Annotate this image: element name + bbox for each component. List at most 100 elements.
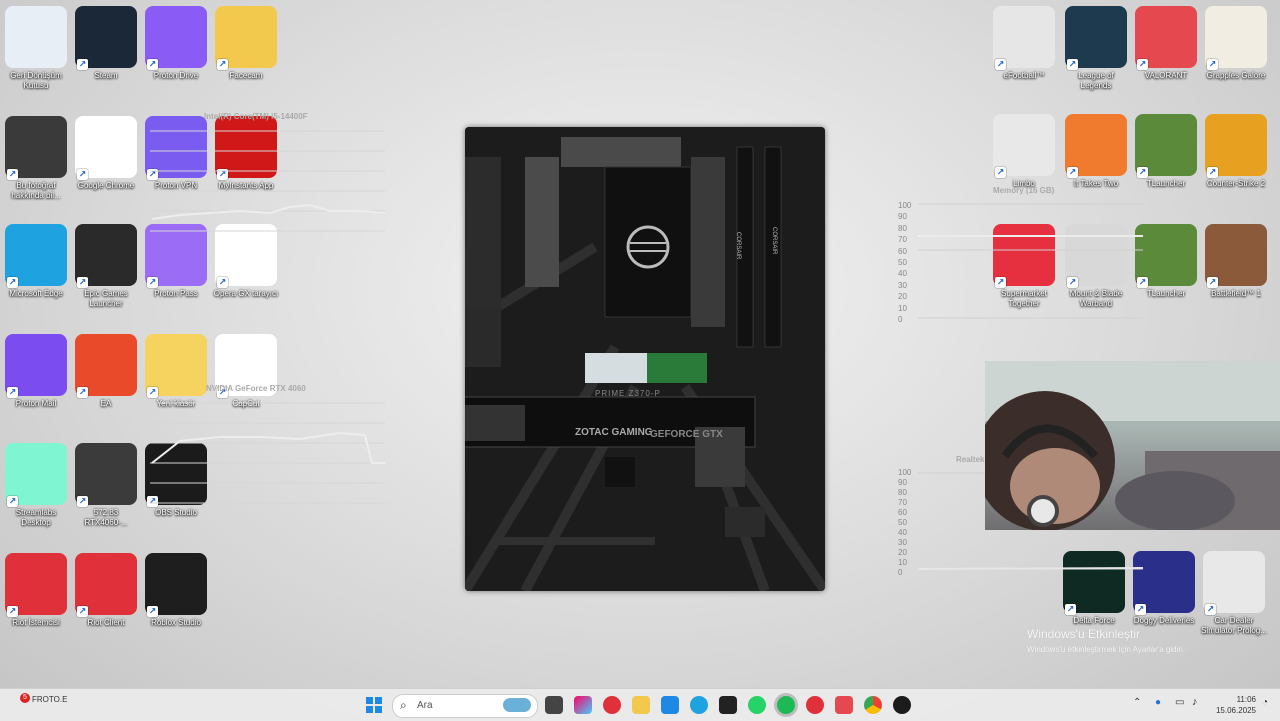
about-photo-shortcut[interactable]: ↗ Bu fotoğraf hakkında bil... [2,116,70,201]
shortcut-arrow-icon: ↗ [7,496,18,507]
chrome-shortcut[interactable]: ↗ Google Chrome [72,116,140,191]
search-icon: ⌕ [400,698,407,712]
proton-mail-icon: ↗ [5,334,67,398]
icon-label: Riot Client [87,618,125,627]
shortcut-arrow-icon: ↗ [77,169,88,180]
gpu-graph-svg [150,402,385,504]
copilot-icon[interactable] [574,696,592,714]
spotify-icon[interactable] [777,696,795,714]
clock[interactable]: 11:06 15.06.2025 [1208,694,1256,716]
car-dealer-shortcut[interactable]: ↗ Car Dealer Simulator Prolog... [1200,551,1268,636]
riot-client-1-shortcut[interactable]: ↗ Riot İstemcisi [2,553,70,628]
shortcut-arrow-icon: ↗ [147,277,158,288]
valorant-shortcut[interactable]: ↗ VALORANT [1132,6,1200,81]
limbo-shortcut[interactable]: ↗ Limbo [990,114,1058,189]
icon-label: League of Legends [1078,71,1114,90]
shortcut-arrow-icon: ↗ [1207,277,1218,288]
shortcut-arrow-icon: ↗ [77,606,88,617]
epic-games-icon: ↗ [75,224,137,288]
network-icon[interactable]: ▭ [1175,697,1184,708]
mic-icon[interactable]: ● [1155,697,1161,708]
gpu-graph: NVIDIA GeForce RTX 4060 [140,384,385,524]
riot-client-2-shortcut[interactable]: ↗ Riot Client [72,553,140,628]
icon-label: Bu fotoğraf hakkında bil... [11,181,61,200]
riot-client-icon-2: ↗ [75,553,137,617]
proton-mail-shortcut[interactable]: ↗ Proton Mail [2,334,70,409]
ea-icon: ↗ [75,334,137,398]
battlefield-icon: ↗ [1205,224,1267,288]
icon-label: Car Dealer Simulator Prolog... [1201,616,1267,635]
memory-graph-title: Memory (16 GB) [993,186,1055,195]
it-takes-two-icon: ↗ [1065,114,1127,178]
icon-label: Doggy Deliveries [1133,616,1195,625]
whatsapp-icon[interactable] [748,696,766,714]
tray-chevron-icon[interactable]: ⌃ [1133,697,1141,708]
edge-shortcut[interactable]: ↗ Microsoft Edge [2,224,70,299]
icon-label: Proton Mail [15,399,57,408]
streamlabs-icon: ↗ [5,443,67,507]
car-dealer-icon: ↗ [1203,551,1265,615]
file-explorer-icon[interactable] [632,696,650,714]
chrome-taskbar-icon[interactable] [864,696,882,714]
cpu-graph: Intel(R) Core(TM) i5-14400F [140,112,386,252]
facecam-shortcut[interactable]: ↗ Facecam [212,6,280,81]
notification-bell-icon[interactable]: ◔ [1262,697,1268,708]
icon-label: Google Chrome [77,181,135,190]
efootball-icon: ↗ [993,6,1055,70]
facecam-icon: ↗ [215,6,277,70]
icon-label: Proton Drive [153,71,199,80]
epic-games-shortcut[interactable]: ↗ Epic Games Launcher [72,224,140,309]
shortcut-arrow-icon: ↗ [995,167,1006,178]
gpu-brand-label: ZOTAC GAMING [575,427,653,438]
icon-label: 572.83 RTX4060-... [84,508,128,527]
shortcut-arrow-icon: ↗ [147,59,158,70]
search-highlight-icon [503,698,531,712]
valorant-taskbar-icon[interactable] [835,696,853,714]
shortcut-arrow-icon: ↗ [7,387,18,398]
search-box[interactable]: ⌕ Ara [392,694,538,718]
capcut-taskbar-icon[interactable] [719,696,737,714]
league-of-legends-icon: ↗ [1065,6,1127,70]
watermark-line2: Windows'u etkinleştirmek için Ayarlar'a … [1027,645,1186,654]
counter-strike-shortcut[interactable]: ↗ Counter-Strike 2 [1202,114,1270,189]
cpu-graph-title: Intel(R) Core(TM) i5-14400F [204,112,308,121]
tlauncher-1-shortcut[interactable]: ↗ TLauncher [1132,114,1200,189]
nvidia-driver-shortcut[interactable]: ↗ 572.83 RTX4060-... [72,443,140,528]
webcam-overlay [985,361,1280,530]
cpu-graph-svg [150,130,386,232]
shortcut-arrow-icon: ↗ [1137,59,1148,70]
shortcut-arrow-icon: ↗ [7,277,18,288]
icon-label: Roblox Studio [151,618,201,627]
efootball-shortcut[interactable]: ↗ eFootball™ [990,6,1058,81]
obs-taskbar-icon[interactable] [893,696,911,714]
recycle-bin-shortcut[interactable]: Geri Dönüşüm Kutusu [2,6,70,91]
league-of-legends-shortcut[interactable]: ↗ League of Legends [1062,6,1130,91]
edge-taskbar-icon[interactable] [690,696,708,714]
icon-label: Opera GX tarayıcı [213,289,279,298]
store-icon[interactable] [661,696,679,714]
weather-widget[interactable]: 5 FROTO.E [12,693,72,717]
grapples-galore-shortcut[interactable]: ↗ Grapples Galore [1202,6,1270,81]
ea-shortcut[interactable]: ↗ EA [72,334,140,409]
shortcut-arrow-icon: ↗ [77,496,88,507]
start-button[interactable] [366,697,382,713]
icon-label: Microsoft Edge [9,289,63,298]
icon-label: Counter-Strike 2 [1206,179,1266,188]
riot-taskbar-icon[interactable] [603,696,621,714]
shortcut-arrow-icon: ↗ [1205,604,1216,615]
gpu-graph-title: NVIDIA GeForce RTX 4060 [206,384,306,393]
steam-shortcut[interactable]: ↗ Steam [72,6,140,81]
roblox-studio-shortcut[interactable]: ↗ Roblox Studio [142,553,210,628]
shortcut-arrow-icon: ↗ [1207,59,1218,70]
it-takes-two-shortcut[interactable]: ↗ It Takes Two [1062,114,1130,189]
shortcut-arrow-icon: ↗ [1067,59,1078,70]
battlefield-shortcut[interactable]: ↗ Battlefield™ 1 [1202,224,1270,299]
task-view-icon[interactable] [545,696,563,714]
proton-drive-shortcut[interactable]: ↗ Proton Drive [142,6,210,81]
icon-label: Delta Force [1073,616,1115,625]
streamlabs-shortcut[interactable]: ↗ Streamlabs Desktop [2,443,70,528]
volume-icon[interactable]: ♪ [1192,696,1198,708]
shortcut-arrow-icon: ↗ [1207,167,1218,178]
riot-taskbar-icon-2[interactable] [806,696,824,714]
realtek-axis: 100 90 80 70 60 50 40 30 20 10 0 [898,468,912,577]
